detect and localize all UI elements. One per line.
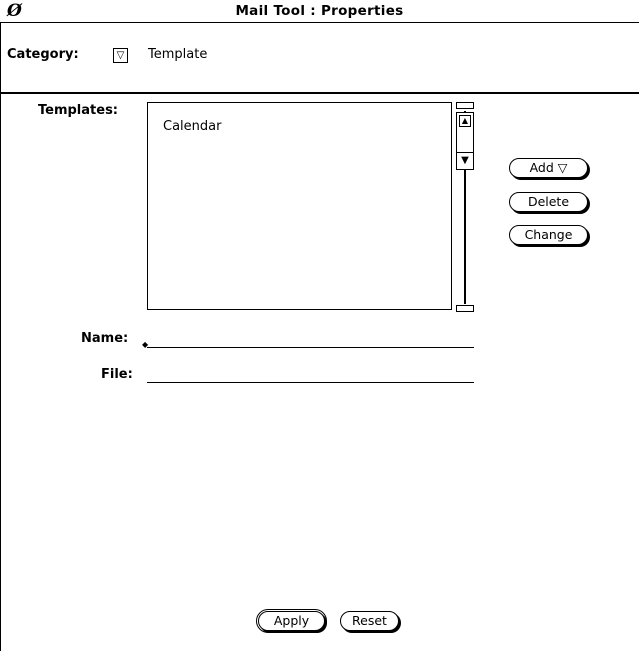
title-bar[interactable]: Ø Mail Tool : Properties bbox=[0, 0, 639, 23]
window-border bbox=[0, 22, 1, 651]
templates-scrollbar[interactable]: ▲ ▼ bbox=[455, 102, 475, 314]
apply-button[interactable]: Apply bbox=[256, 609, 327, 633]
add-button[interactable]: Add ▽ bbox=[509, 158, 588, 178]
name-field[interactable] bbox=[147, 347, 474, 348]
scrollbar-top-cable-anchor[interactable] bbox=[456, 102, 474, 109]
category-label: Category: bbox=[7, 47, 79, 62]
reset-button[interactable]: Reset bbox=[340, 611, 399, 631]
templates-label: Templates: bbox=[38, 103, 119, 118]
name-label: Name: bbox=[81, 331, 129, 346]
scrollbar-bottom-cable-anchor[interactable] bbox=[456, 305, 474, 312]
window-title: Mail Tool : Properties bbox=[235, 3, 404, 19]
section-divider bbox=[0, 92, 639, 94]
file-field[interactable] bbox=[147, 382, 474, 383]
file-label: File: bbox=[101, 367, 133, 382]
scroll-up-icon[interactable]: ▲ bbox=[459, 115, 471, 127]
change-button[interactable]: Change bbox=[509, 225, 588, 245]
templates-list[interactable]: Calendar bbox=[147, 102, 452, 310]
scroll-down-icon[interactable]: ▼ bbox=[457, 152, 473, 169]
list-item[interactable]: Calendar bbox=[163, 119, 221, 134]
scrollbar-elevator[interactable]: ▲ ▼ bbox=[456, 112, 474, 170]
delete-button[interactable]: Delete bbox=[509, 192, 588, 212]
category-value[interactable]: Template bbox=[148, 47, 207, 62]
category-menu-icon[interactable]: ▽ bbox=[113, 48, 128, 63]
